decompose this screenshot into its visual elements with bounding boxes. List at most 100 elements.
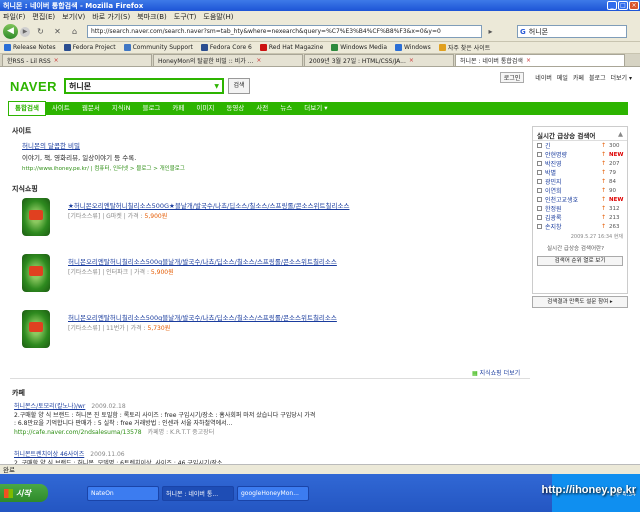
bookmark-item[interactable]: Windows [395, 44, 431, 51]
realtime-item-name[interactable]: 한정원 [545, 204, 601, 213]
realtime-item[interactable]: 안현명량 ↑ NEW [533, 150, 627, 159]
product-title[interactable]: 허니몬오리엔탈허니칠리소스500g블날개/발국수/나쵸/딥소스/칠소스/스프링롤… [68, 312, 337, 322]
naver-tab[interactable]: 이미지 [190, 102, 220, 115]
cafe-item-title[interactable]: 허니몬트렌치이상 46사이즈 [14, 451, 84, 458]
browser-tab[interactable]: HoneyMon의 탈끝한 비밀 :: 비가 ... × [153, 54, 303, 66]
bookmark-item[interactable]: Release Notes [4, 44, 56, 51]
checkbox[interactable] [537, 215, 542, 220]
menu-tools[interactable]: 도구(T) [174, 12, 197, 22]
checkbox[interactable] [537, 152, 542, 157]
bookmark-item[interactable]: 자주 찾은 사이트 [438, 43, 490, 52]
naver-tab[interactable]: 사이트 [46, 102, 76, 115]
realtime-item[interactable]: 광민지 ↑ 84 [533, 177, 627, 186]
menu-help[interactable]: 도움말(H) [203, 12, 233, 22]
bookmark-item[interactable]: Windows Media [331, 44, 387, 51]
product-image[interactable] [22, 254, 50, 292]
realtime-item[interactable]: 인천고교생호 ↑ NEW [533, 195, 627, 204]
taskbar-item[interactable]: googleHoneyMon... [237, 485, 309, 501]
realtime-rank-button[interactable]: 검색어 순위 열로 보기 [537, 256, 623, 266]
top-link-blog[interactable]: 블로그 [589, 73, 606, 82]
minimize-button[interactable]: _ [607, 1, 617, 10]
checkbox[interactable] [537, 224, 542, 229]
close-icon[interactable]: × [54, 57, 59, 64]
product-image[interactable] [22, 310, 50, 348]
checkbox[interactable] [537, 143, 542, 148]
cafe-item-title[interactable]: 허니몬스/토모리(칼노나)/wr [14, 403, 85, 410]
naver-tab[interactable]: 통합검색 [8, 101, 46, 116]
start-button[interactable]: 시작 [0, 484, 48, 502]
browser-tab[interactable]: 허니몬 : 네이버 통합검색 × [455, 54, 625, 66]
stop-icon[interactable]: ✕ [52, 26, 63, 37]
top-link-more[interactable]: 더보기 ▾ [611, 73, 632, 82]
search-button[interactable]: 검색 [228, 78, 251, 94]
naver-tab[interactable]: 지식iN [106, 102, 137, 115]
realtime-item-name[interactable]: 인천고교생호 [545, 195, 601, 204]
browser-tab[interactable]: 2009년 3월 27일 : HTML/CSS/JA... × [304, 54, 454, 66]
taskbar-item[interactable]: 허니몬 : 네이버 통... [162, 485, 234, 501]
forward-button[interactable]: ▶ [20, 26, 30, 37]
realtime-item[interactable]: 김광록 ↑ 213 [533, 213, 627, 222]
realtime-item[interactable]: 손지창 ↑ 263 [533, 222, 627, 231]
naver-tab[interactable]: 사전 [250, 102, 274, 115]
realtime-item[interactable]: 박별 ↑ 79 [533, 168, 627, 177]
checkbox[interactable] [537, 170, 542, 175]
search-input[interactable]: G 허니몬 [517, 25, 627, 38]
close-icon[interactable]: × [526, 57, 531, 64]
url-bar[interactable]: http://search.naver.com/search.naver?sm=… [87, 25, 482, 38]
realtime-item[interactable]: 박진영 ↑ 207 [533, 159, 627, 168]
checkbox[interactable] [537, 188, 542, 193]
shopping-more-link[interactable]: 지식쇼핑 더보기 [480, 370, 521, 377]
realtime-item-name[interactable]: 안현명량 [545, 150, 601, 159]
realtime-item[interactable]: 이연희 ↑ 90 [533, 186, 627, 195]
realtime-item-name[interactable]: 광민지 [545, 177, 601, 186]
realtime-item-name[interactable]: 박별 [545, 168, 601, 177]
bookmark-item[interactable]: Red Hat Magazine [259, 44, 323, 51]
bookmark-item[interactable]: Community Support [123, 44, 193, 51]
close-button[interactable]: × [629, 1, 639, 10]
product-image[interactable] [22, 198, 50, 236]
realtime-item-name[interactable]: 이연희 [545, 186, 601, 195]
naver-tab[interactable]: 뉴스 [274, 102, 298, 115]
menu-go[interactable]: 바로 가기(S) [92, 12, 130, 22]
login-button[interactable]: 로그인 [499, 72, 525, 83]
naver-tab[interactable]: 동영상 [220, 102, 250, 115]
top-link-mail[interactable]: 메일 [557, 73, 568, 82]
checkbox[interactable] [537, 197, 542, 202]
survey-button[interactable]: 검색결과 만족도 설문 참여 ▸ [532, 296, 628, 308]
menu-bookmarks[interactable]: 북마크(B) [137, 12, 167, 22]
back-button[interactable]: ◀ [3, 24, 18, 39]
checkbox[interactable] [537, 179, 542, 184]
naver-tab[interactable]: 웹문서 [76, 102, 106, 115]
top-link-cafe[interactable]: 카페 [573, 73, 584, 82]
menu-view[interactable]: 보기(V) [62, 12, 85, 22]
top-link-naver[interactable]: 네이버 [535, 73, 552, 82]
bookmark-item[interactable]: Fedora Project [63, 44, 116, 51]
cafe-item-link[interactable]: http://cafe.naver.com/2ndsalesuma/13578 [14, 429, 142, 436]
query-input[interactable]: 허니몬 ▼ [64, 78, 225, 94]
home-icon[interactable]: ⌂ [69, 26, 80, 37]
product-title[interactable]: 허니몬오리엔탈허니칠리소스500g블날개/발국수/나쵸/딥소스/칠소스/스프링롤… [68, 256, 337, 266]
browser-tab[interactable]: 한RSS - Lil RSS × [2, 54, 152, 66]
taskbar-item[interactable]: NateOn [87, 485, 159, 501]
site-result-title[interactable]: 허니몬의 달콤한 비밀 [22, 140, 185, 150]
realtime-item[interactable]: 긴 ↑ 300 [533, 141, 627, 150]
shopping-more[interactable]: ▦ 지식쇼핑 더보기 [472, 368, 520, 377]
bookmark-item[interactable]: Fedora Core 6 [200, 44, 252, 51]
menu-edit[interactable]: 편집(E) [32, 12, 55, 22]
chevron-down-icon[interactable]: ▼ [214, 83, 219, 90]
product-title[interactable]: ★허니몬오리엔탈허니칠리소스500G★블날개/발국수/나쵸/딥소스/칠소스/스프… [68, 200, 349, 210]
realtime-item-name[interactable]: 김광록 [545, 213, 601, 222]
close-icon[interactable]: × [409, 57, 414, 64]
arrow-up-icon[interactable]: ▲ [618, 130, 623, 138]
realtime-item-name[interactable]: 손지창 [545, 222, 601, 231]
checkbox[interactable] [537, 206, 542, 211]
realtime-item-name[interactable]: 긴 [545, 141, 601, 150]
realtime-item[interactable]: 한정원 ↑ 312 [533, 204, 627, 213]
menu-file[interactable]: 파일(F) [3, 12, 25, 22]
go-icon[interactable]: ▸ [485, 26, 496, 37]
reload-icon[interactable]: ↻ [35, 26, 46, 37]
naver-tab[interactable]: 블로그 [136, 102, 166, 115]
naver-tab[interactable]: 더보기 ▾ [298, 102, 333, 115]
close-icon[interactable]: × [256, 57, 261, 64]
maximize-button[interactable]: □ [618, 1, 628, 10]
